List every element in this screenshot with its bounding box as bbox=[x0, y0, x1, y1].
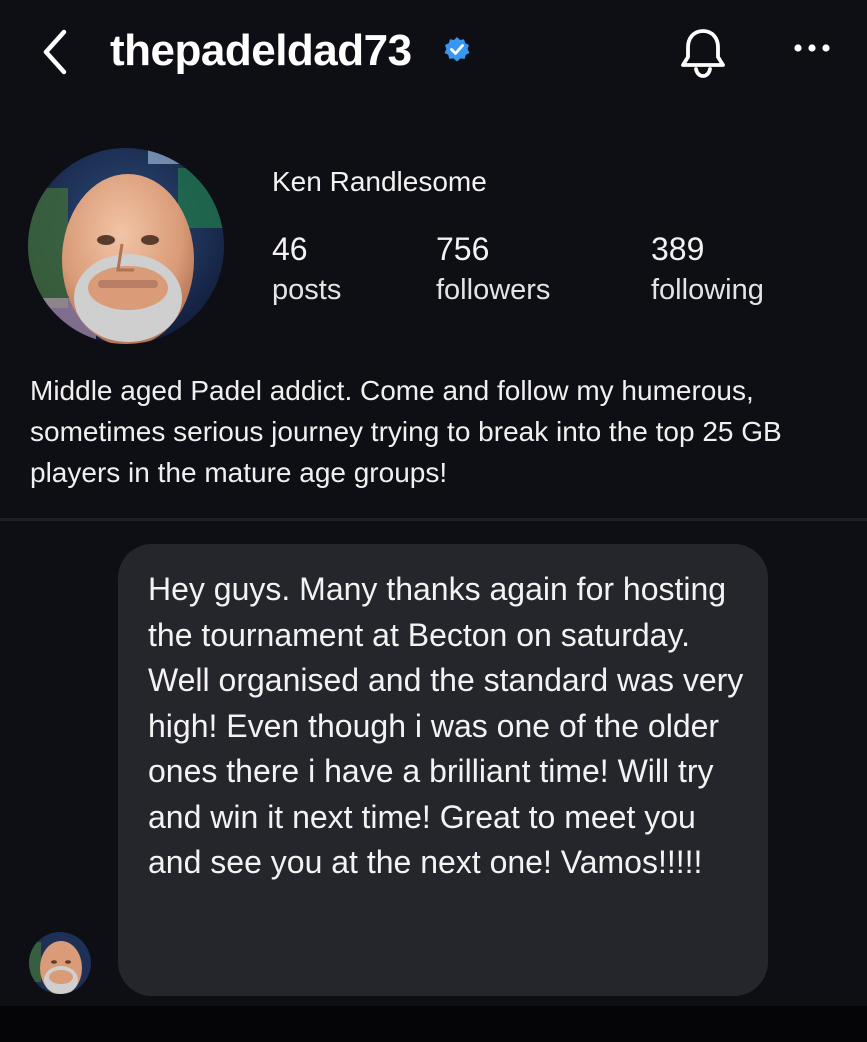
verified-badge-icon bbox=[443, 36, 471, 64]
stat-followers[interactable]: 756 followers bbox=[436, 230, 550, 308]
notifications-button[interactable] bbox=[676, 24, 730, 80]
chevron-left-icon bbox=[43, 29, 67, 75]
stat-following-label: following bbox=[651, 274, 764, 306]
divider bbox=[0, 518, 867, 521]
profile-username[interactable]: thepadeldad73 bbox=[110, 26, 412, 76]
profile-bio: Middle aged Padel addict. Come and follo… bbox=[30, 375, 782, 488]
stat-posts[interactable]: 46 posts bbox=[272, 230, 341, 308]
stat-following[interactable]: 389 following bbox=[651, 230, 764, 308]
bell-icon bbox=[681, 29, 725, 78]
more-horizontal-icon bbox=[794, 44, 830, 52]
profile-header: thepadeldad73 bbox=[0, 0, 867, 110]
stat-followers-count: 756 bbox=[436, 231, 490, 267]
stat-posts-label: posts bbox=[272, 274, 342, 306]
stat-following-count: 389 bbox=[651, 231, 705, 267]
stat-followers-label: followers bbox=[436, 274, 551, 306]
profile-avatar[interactable] bbox=[28, 148, 224, 344]
more-options-button[interactable] bbox=[792, 36, 832, 60]
stat-posts-count: 46 bbox=[272, 231, 308, 267]
back-button[interactable] bbox=[38, 28, 78, 76]
bottom-bar bbox=[0, 1006, 867, 1042]
message-sender-avatar[interactable] bbox=[29, 932, 91, 994]
message-text: Hey guys. Many thanks again for hosting … bbox=[148, 571, 744, 880]
profile-display-name: Ken Randlesome bbox=[272, 166, 487, 197]
